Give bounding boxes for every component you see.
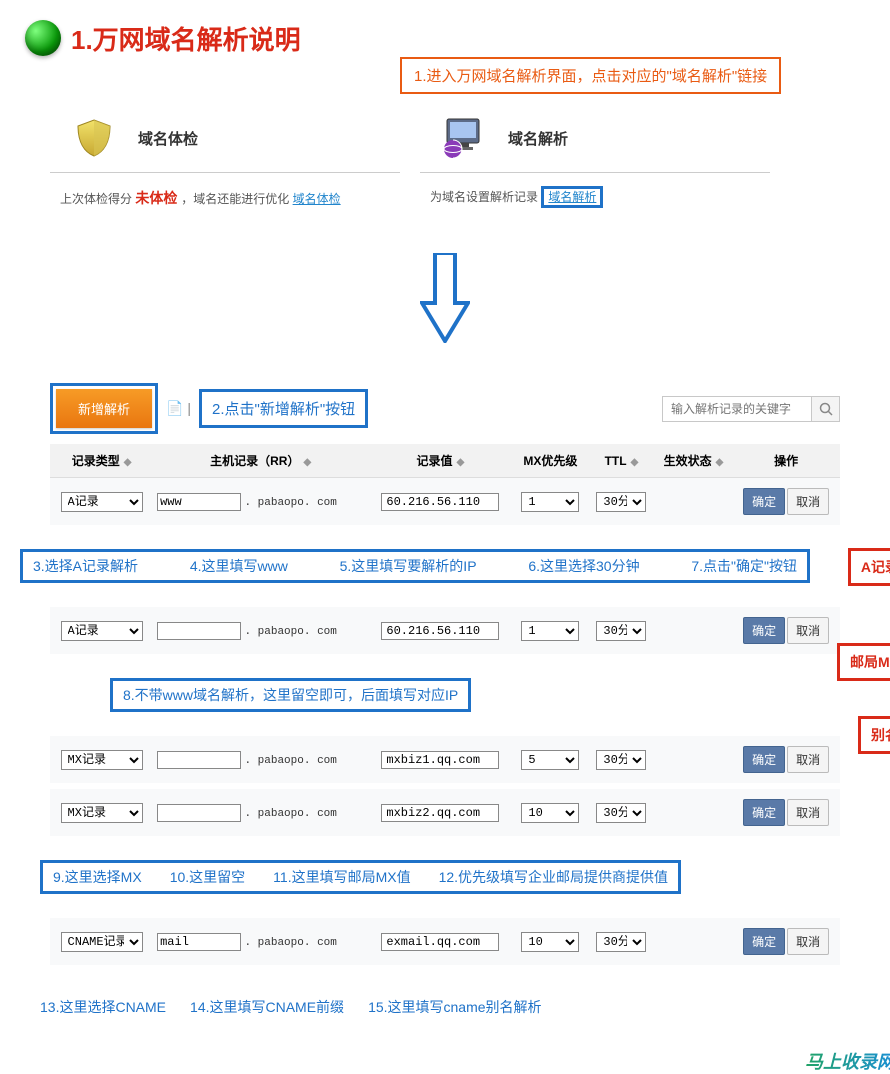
- annotation-text: 6.这里选择30分钟: [528, 556, 639, 576]
- down-arrow-icon: [0, 253, 890, 343]
- callout-step-2: 2.点击"新增解析"按钮: [199, 389, 368, 428]
- table-row: CNAME记录 . pabaopo. com 10 30分钟 确定取消: [50, 915, 840, 968]
- priority-select[interactable]: 1: [521, 621, 579, 641]
- table-row: MX记录 . pabaopo. com 10 30分钟 确定取消: [50, 786, 840, 839]
- col-type[interactable]: 记录类型◆: [50, 444, 153, 478]
- value-input[interactable]: [381, 804, 499, 822]
- domain-suffix: . pabaopo. com: [244, 808, 336, 820]
- table-row: MX记录 . pabaopo. com 5 30分钟 确定取消: [50, 733, 840, 786]
- confirm-button[interactable]: 确定: [743, 799, 785, 826]
- dns-records-table: 记录类型◆ 主机记录（RR）◆ 记录值◆ MX优先级 TTL◆ 生效状态◆ 操作…: [50, 444, 840, 1049]
- link-domain-resolve[interactable]: 域名解析: [541, 186, 603, 208]
- annotation-row: 13.这里选择CNAME 14.这里填写CNAME前缀 15.这里填写cname别名…: [40, 989, 840, 1025]
- shield-icon: [70, 114, 118, 162]
- annotation-text: 5.这里填写要解析的IP: [340, 556, 477, 576]
- search-input[interactable]: [662, 396, 812, 422]
- check-status: 未体检: [135, 190, 181, 206]
- record-type-select[interactable]: MX记录: [61, 750, 143, 770]
- host-input[interactable]: [157, 751, 241, 769]
- col-value[interactable]: 记录值◆: [368, 444, 512, 478]
- priority-select[interactable]: 1: [521, 492, 579, 512]
- value-input[interactable]: [381, 933, 499, 951]
- col-ops: 操作: [732, 444, 840, 478]
- monitor-icon: [440, 114, 488, 162]
- table-row: A记录 . pabaopo. com 1 30分钟 确定取消: [50, 604, 840, 657]
- search-button[interactable]: [812, 396, 840, 422]
- add-record-button[interactable]: 新增解析: [56, 389, 152, 428]
- annotation-text: 9.这里选择MX: [53, 867, 142, 887]
- record-type-select[interactable]: A记录: [61, 621, 143, 641]
- cancel-button[interactable]: 取消: [787, 488, 829, 515]
- panel-title-check: 域名体检: [138, 128, 198, 149]
- table-row: A记录 . pabaopo. com 1 30分钟 确定取消: [50, 478, 840, 529]
- panel-domain-check: 域名体检 上次体检得分 未体检 ，域名还能进行优化 域名体检: [50, 104, 400, 223]
- record-type-select[interactable]: A记录: [61, 492, 143, 512]
- side-tag-alias: 别名解析: [858, 716, 890, 754]
- side-tag-mx-record: 邮局MX解析: [837, 643, 890, 681]
- confirm-button[interactable]: 确定: [743, 928, 785, 955]
- check-suffix: ，域名还能进行优化: [181, 192, 289, 206]
- annotation-text: 4.这里填写www: [190, 556, 288, 576]
- cancel-button[interactable]: 取消: [787, 799, 829, 826]
- domain-suffix: . pabaopo. com: [244, 626, 336, 638]
- annotation-row: 8.不带www域名解析，这里留空即可，后面填写对应IP: [110, 678, 471, 712]
- watermark: 马上收录网: [805, 1048, 890, 1074]
- annotation-text: 11.这里填写邮局MX值: [273, 867, 410, 887]
- annotation-text: 14.这里填写CNAME前缀: [190, 997, 344, 1017]
- annotation-text: 10.这里留空: [170, 867, 245, 887]
- annotation-text: 3.选择A记录解析: [33, 556, 138, 576]
- cancel-button[interactable]: 取消: [787, 928, 829, 955]
- side-tag-a-record: A记录解析: [848, 548, 890, 586]
- annotation-text: 13.这里选择CNAME: [40, 997, 166, 1017]
- value-input[interactable]: [381, 751, 499, 769]
- col-status[interactable]: 生效状态◆: [655, 444, 733, 478]
- record-type-select[interactable]: MX记录: [61, 803, 143, 823]
- ttl-select[interactable]: 30分钟: [596, 750, 646, 770]
- value-input[interactable]: [381, 622, 499, 640]
- cancel-button[interactable]: 取消: [787, 746, 829, 773]
- callout-step-1: 1.进入万网域名解析界面，点击对应的"域名解析"链接: [400, 57, 781, 94]
- annotation-text: 12.优先级填写企业邮局提供商提供值: [439, 867, 668, 887]
- cancel-button[interactable]: 取消: [787, 617, 829, 644]
- import-icon[interactable]: 📄 |: [166, 400, 191, 417]
- domain-suffix: . pabaopo. com: [244, 755, 336, 767]
- priority-select[interactable]: 10: [521, 803, 579, 823]
- priority-select[interactable]: 10: [521, 932, 579, 952]
- col-mx: MX优先级: [513, 444, 589, 478]
- col-host[interactable]: 主机记录（RR）◆: [153, 444, 368, 478]
- domain-suffix: . pabaopo. com: [244, 497, 336, 509]
- host-input[interactable]: [157, 622, 241, 640]
- annotation-text: 15.这里填写cname别名解析: [368, 997, 541, 1017]
- status-dot-icon: [25, 20, 61, 56]
- domain-suffix: . pabaopo. com: [244, 937, 336, 949]
- annotation-row: 9.这里选择MX 10.这里留空 11.这里填写邮局MX值 12.优先级填写企业邮局提…: [40, 860, 681, 894]
- panel-domain-resolve: 域名解析 为域名设置解析记录 域名解析: [420, 104, 770, 223]
- ttl-select[interactable]: 30分钟: [596, 621, 646, 641]
- resolve-prefix: 为域名设置解析记录: [430, 190, 538, 204]
- ttl-select[interactable]: 30分钟: [596, 932, 646, 952]
- host-input[interactable]: [157, 933, 241, 951]
- annotation-text: 7.点击"确定"按钮: [691, 556, 797, 576]
- host-input[interactable]: [157, 804, 241, 822]
- ttl-select[interactable]: 30分钟: [596, 803, 646, 823]
- annotation-row: 3.选择A记录解析 4.这里填写www 5.这里填写要解析的IP 6.这里选择30分钟…: [20, 549, 810, 583]
- check-prefix: 上次体检得分: [60, 192, 132, 206]
- host-input[interactable]: [157, 493, 241, 511]
- confirm-button[interactable]: 确定: [743, 488, 785, 515]
- value-input[interactable]: [381, 493, 499, 511]
- priority-select[interactable]: 5: [521, 750, 579, 770]
- page-title: 1.万网域名解析说明: [71, 20, 301, 57]
- col-ttl[interactable]: TTL◆: [588, 444, 654, 478]
- ttl-select[interactable]: 30分钟: [596, 492, 646, 512]
- panel-title-resolve: 域名解析: [508, 128, 568, 149]
- record-type-select[interactable]: CNAME记录: [61, 932, 143, 952]
- confirm-button[interactable]: 确定: [743, 617, 785, 644]
- link-domain-check[interactable]: 域名体检: [293, 192, 341, 206]
- confirm-button[interactable]: 确定: [743, 746, 785, 773]
